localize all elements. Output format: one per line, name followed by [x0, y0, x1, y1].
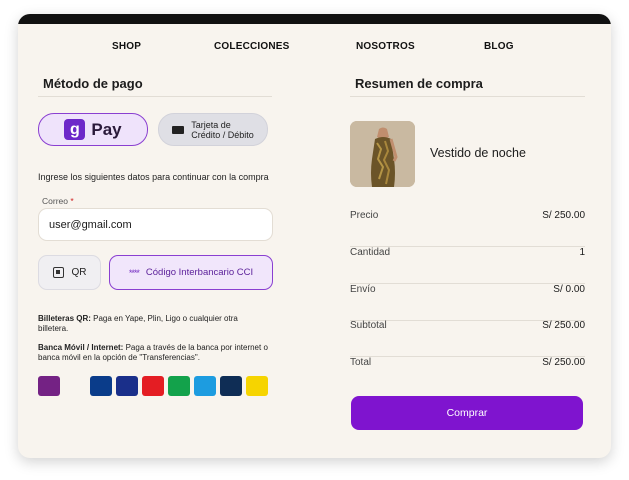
bank-logo-caja-icon — [220, 376, 242, 396]
nav-colecciones[interactable]: COLECCIONES — [214, 41, 290, 52]
qr-label: QR — [71, 267, 87, 278]
bank-logo-interbank-icon — [168, 376, 190, 396]
qr-code-icon — [52, 267, 64, 278]
bank-logo-plin-icon — [64, 376, 86, 396]
google-pay-button[interactable]: g Pay — [38, 113, 148, 146]
summary-row-subtotal: Subtotal S/ 250.00 — [350, 320, 585, 357]
google-pay-logo-icon: g — [64, 119, 86, 140]
cci-label: Código Interbancario CCI — [145, 267, 254, 278]
divider — [38, 96, 272, 97]
summary-row-cantidad: Cantidad 1 — [350, 247, 585, 284]
product-name: Vestido de noche — [430, 146, 526, 160]
payment-method-title: Método de pago — [43, 76, 143, 91]
email-field[interactable]: user@gmail.com — [38, 208, 273, 241]
bank-logo-ligo-icon — [246, 376, 268, 396]
credit-card-label: Tarjeta de Crédito / Débito — [191, 119, 254, 140]
nav-nosotros[interactable]: NOSOTROS — [356, 41, 415, 52]
checkout-window: SHOP COLECCIONES NOSOTROS BLOG Método de… — [18, 14, 611, 458]
credit-card-button[interactable]: Tarjeta de Crédito / Débito — [158, 113, 268, 146]
nav-shop[interactable]: SHOP — [112, 41, 141, 52]
bank-logos — [38, 376, 268, 396]
email-label: Correo * — [42, 196, 74, 206]
wallets-info: Billeteras QR: Paga en Yape, Plin, Ligo … — [38, 314, 238, 333]
bank-logo-yape-icon — [38, 376, 60, 396]
qr-button[interactable]: QR — [38, 255, 101, 290]
credit-card-icon — [172, 125, 185, 134]
summary-row-envio: Envío S/ 0.00 — [350, 284, 585, 321]
main-nav: SHOP COLECCIONES NOSOTROS BLOG — [18, 41, 611, 55]
top-bar — [18, 14, 611, 24]
bank-info: Banca Móvil / Internet: Paga a través de… — [38, 343, 268, 362]
bank-logo-bcp-icon — [116, 376, 138, 396]
cci-dots-icon: **** — [128, 267, 140, 278]
summary-row-precio: Precio S/ 250.00 — [350, 210, 585, 247]
instructions-text: Ingrese los siguientes datos para contin… — [38, 172, 269, 182]
cci-button[interactable]: **** Código Interbancario CCI — [109, 255, 273, 290]
nav-blog[interactable]: BLOG — [484, 41, 514, 52]
divider — [350, 96, 585, 97]
buy-button[interactable]: Comprar — [351, 396, 583, 430]
summary-title: Resumen de compra — [355, 76, 483, 91]
bank-logo-bbva-icon — [90, 376, 112, 396]
bank-logo-scotiabank-icon — [142, 376, 164, 396]
summary-row-total: Total S/ 250.00 — [350, 357, 585, 368]
bank-logo-banbif-icon — [194, 376, 216, 396]
product-image — [350, 121, 415, 187]
google-pay-label: Pay — [91, 119, 122, 139]
